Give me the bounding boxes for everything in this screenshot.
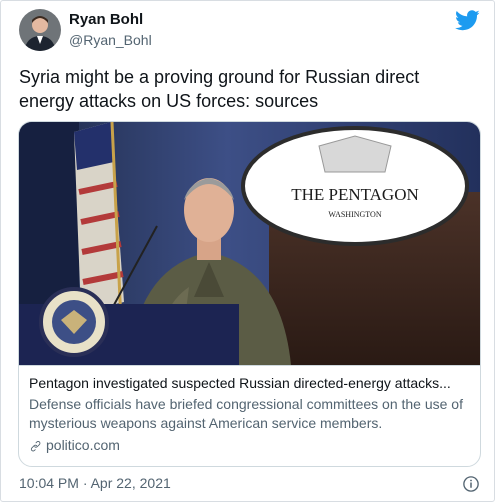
sign-title: THE PENTAGON — [291, 185, 419, 204]
author-display-name[interactable]: Ryan Bohl — [69, 11, 143, 28]
sign-subtitle: WASHINGTON — [328, 210, 381, 219]
twitter-bird-icon[interactable] — [455, 10, 480, 31]
card-title[interactable]: Pentagon investigated suspected Russian … — [29, 374, 473, 393]
embedded-tweet: Ryan Bohl @Ryan_Bohl Syria might be a pr… — [0, 0, 495, 502]
info-icon[interactable] — [462, 475, 480, 493]
tweet-timestamp[interactable]: 10:04 PM · Apr 22, 2021 — [19, 475, 171, 491]
author-handle[interactable]: @Ryan_Bohl — [69, 32, 152, 48]
card-domain: politico.com — [46, 437, 120, 453]
link-icon — [30, 440, 41, 451]
card-description: Defense officials have briefed congressi… — [29, 396, 463, 431]
tweet-text: Syria might be a proving ground for Russ… — [19, 67, 420, 111]
card-domain-row: politico.com — [29, 436, 120, 455]
card-meta: Pentagon investigated suspected Russian … — [19, 365, 480, 466]
author-avatar[interactable] — [19, 9, 61, 51]
link-card[interactable]: THE PENTAGON WASHINGTON Pentagon investi… — [18, 121, 481, 467]
card-image: THE PENTAGON WASHINGTON — [19, 122, 480, 365]
